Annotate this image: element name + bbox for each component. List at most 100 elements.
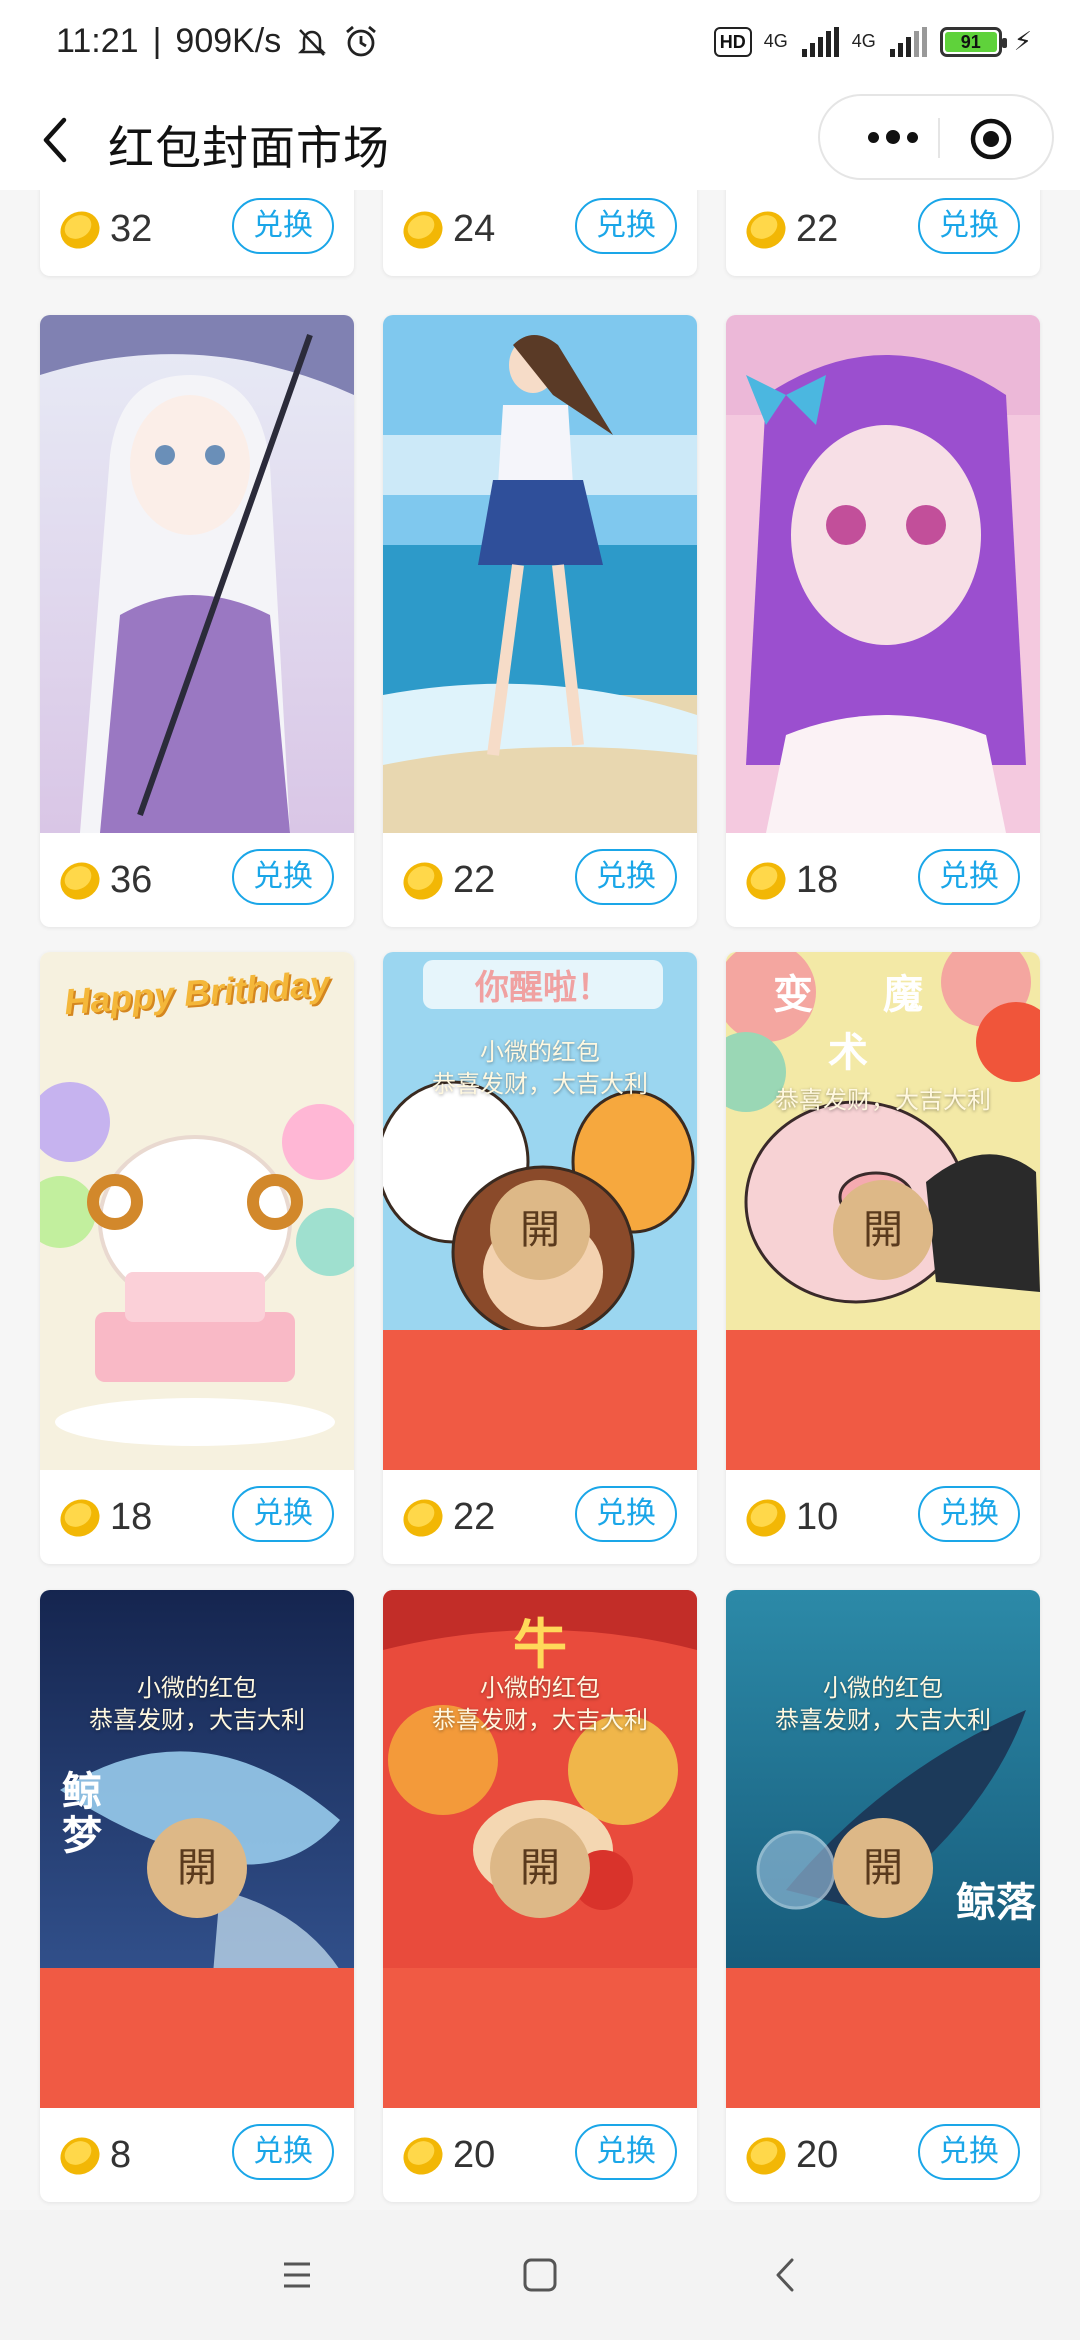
dot-icon [886,130,900,144]
price: 18 [110,1496,153,1538]
cover-card[interactable]: 22 兑换 [383,315,697,927]
exchange-button[interactable]: 兑换 [232,198,334,254]
hd-badge: HD [713,26,752,57]
coin-icon [746,2137,786,2175]
charging-icon: ⚡ [1013,26,1032,56]
status-left: 11:21 | 909K/s [56,22,379,61]
exchange-button[interactable]: 兑换 [918,849,1020,905]
cover-card[interactable]: Happy Brithday 18 兑换 [40,952,354,1564]
card-footer: 24 兑换 [383,190,697,276]
price: 20 [453,2134,496,2176]
clock: 11:21 [56,22,139,60]
price: 22 [796,208,839,250]
page-title: 红包封面市场 [108,122,390,174]
status-bar: 11:21 | 909K/s HD 4G 4G 91 ⚡ [0,0,1080,90]
cover-owner: 小微的红包 [480,1675,600,1702]
cover-card[interactable]: 鲸落 小微的红包 恭喜发财，大吉大利 開 20 兑换 [726,1590,1040,2202]
coin-icon [60,1499,100,1537]
coin-icon [746,862,786,900]
nav-bar: 红包封面市场 [0,90,1080,190]
price: 18 [796,859,839,901]
cover-card[interactable]: 18 兑换 [726,315,1040,927]
price: 32 [110,208,153,250]
separator: | [152,22,162,60]
battery-level: 91 [960,31,981,52]
price: 36 [110,859,153,901]
envelope-bottom [383,1330,697,1470]
card-footer: 36 兑换 [40,833,354,927]
signal-icon-2 [889,26,927,57]
open-button: 開 [833,1818,933,1918]
cover-image-birthday-sheep-cake: Happy Brithday [40,952,354,1470]
cover-owner: 小微的红包 [480,1039,600,1066]
back-arrow-icon[interactable] [36,112,76,168]
network-type-1: 4G [763,31,788,51]
exchange-button[interactable]: 兑换 [575,198,677,254]
cover-owner: 小微的红包 [823,1675,943,1702]
mini-program-capsule [818,94,1054,180]
exchange-button[interactable]: 兑换 [575,1486,677,1542]
close-target-icon[interactable] [968,116,1014,162]
cover-caption: 鲸梦 [62,1768,102,1859]
cover-caption: 变魔术 [773,973,993,1075]
coin-icon [403,862,443,900]
exchange-button[interactable]: 兑换 [232,849,334,905]
price: 22 [453,859,496,901]
dot-icon [868,131,879,143]
price: 20 [796,2134,839,2176]
card-footer: 22 兑换 [383,1470,697,1564]
cover-card[interactable]: 24 兑换 [383,190,697,276]
cover-image-anime-girl-beach [383,315,697,833]
cover-caption: 鲸落 [956,1879,1036,1926]
cover-greeting: 恭喜发财，大吉大利 [775,1087,991,1114]
cover-image-whale-dream-envelope: 鲸梦 小微的红包 恭喜发财，大吉大利 開 [40,1590,354,2108]
cover-caption: 你醒啦！ [423,960,663,1009]
price: 8 [110,2134,132,2176]
cover-owner: 小微的红包 [137,1675,257,1702]
cover-image-whale-fall-envelope: 鲸落 小微的红包 恭喜发财，大吉大利 開 [726,1590,1040,2108]
open-button: 開 [490,1818,590,1918]
coin-icon [403,1499,443,1537]
envelope-bottom [40,1968,354,2108]
coin-icon [403,211,443,249]
card-footer: 10 兑换 [726,1470,1040,1564]
open-button: 開 [833,1180,933,1280]
cover-card[interactable]: 36 兑换 [40,315,354,927]
coin-icon [403,2137,443,2175]
cover-card[interactable]: 你醒啦！ 小微的红包 恭喜发财，大吉大利 開 22 兑换 [383,952,697,1564]
status-right: HD 4G 4G 91 ⚡ [713,26,1032,57]
cover-card[interactable]: 32 兑换 [40,190,354,276]
exchange-button[interactable]: 兑换 [232,1486,334,1542]
price: 10 [796,1496,839,1538]
coin-icon [60,2137,100,2175]
exchange-button[interactable]: 兑换 [575,849,677,905]
exchange-button[interactable]: 兑换 [232,2124,334,2180]
exchange-button[interactable]: 兑换 [918,1486,1020,1542]
coin-icon [746,1499,786,1537]
cover-card[interactable]: 鲸梦 小微的红包 恭喜发财，大吉大利 開 8 兑换 [40,1590,354,2202]
network-speed: 909K/s [175,22,282,60]
cover-image-ox-new-year-envelope: 牛 小微的红包 恭喜发财，大吉大利 開 [383,1590,697,2108]
cover-image-anime-girl-purple-hair [726,315,1040,833]
cover-greeting: 恭喜发财，大吉大利 [432,1707,648,1734]
back-icon[interactable] [762,2250,812,2300]
exchange-button[interactable]: 兑换 [918,198,1020,254]
exchange-button[interactable]: 兑换 [918,2124,1020,2180]
envelope-bottom [726,1968,1040,2108]
cover-card[interactable]: 变魔术 恭喜发财，大吉大利 開 10 兑换 [726,952,1040,1564]
menu-icon[interactable] [272,2250,322,2300]
cover-card[interactable]: 22 兑换 [726,190,1040,276]
more-button[interactable] [848,96,938,178]
home-icon[interactable] [515,2250,565,2300]
exchange-button[interactable]: 兑换 [575,2124,677,2180]
battery-icon: 91 [939,26,1007,57]
alarm-icon [346,25,377,56]
price: 24 [453,208,496,250]
card-footer: 8 兑换 [40,2108,354,2202]
price: 22 [453,1496,496,1538]
card-footer: 20 兑换 [383,2108,697,2202]
cover-greeting: 恭喜发财，大吉大利 [89,1707,305,1734]
card-footer: 32 兑换 [40,190,354,276]
coin-icon [60,211,100,249]
cover-card[interactable]: 牛 小微的红包 恭喜发财，大吉大利 開 20 兑换 [383,1590,697,2202]
